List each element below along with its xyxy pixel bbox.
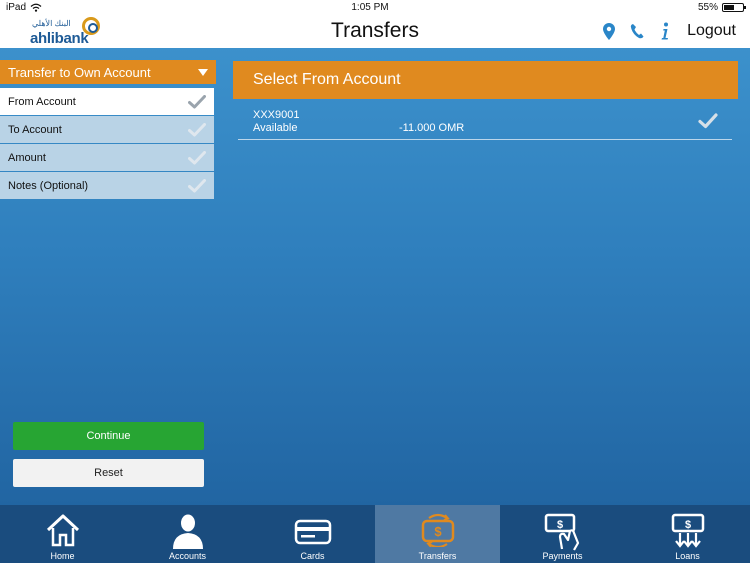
step-to-account[interactable]: To Account: [0, 116, 214, 143]
info-icon[interactable]: [657, 21, 673, 41]
tab-payments[interactable]: $ Payments: [500, 505, 625, 563]
logo-arabic-text: البنك الأهلي: [32, 19, 71, 28]
tab-label: Cards: [300, 551, 325, 561]
tab-label: Loans: [675, 551, 700, 561]
tab-transfers[interactable]: $ Transfers: [375, 505, 500, 563]
transfer-steps-list: From Account To Account Amount Notes (Op…: [0, 88, 214, 200]
step-label: From Account: [8, 95, 76, 108]
continue-button[interactable]: Continue: [13, 422, 204, 450]
battery-percent: 55%: [697, 1, 718, 13]
step-from-account[interactable]: From Account: [0, 88, 214, 115]
tab-label: Payments: [542, 551, 583, 561]
reset-button[interactable]: Reset: [13, 459, 204, 487]
checkmark-icon: [188, 150, 206, 164]
wifi-icon: [30, 3, 42, 12]
checkmark-icon: [188, 178, 206, 192]
status-time: 1:05 PM: [351, 1, 389, 13]
account-row[interactable]: XXX9001 Available -11.000 OMR: [238, 104, 732, 140]
available-amount: -11.000 OMR: [399, 122, 465, 134]
tab-label: Accounts: [168, 551, 207, 561]
tab-home[interactable]: Home: [0, 505, 125, 563]
tab-cards[interactable]: Cards: [250, 505, 375, 563]
step-notes[interactable]: Notes (Optional): [0, 172, 214, 199]
transfer-icon: $: [421, 513, 454, 547]
checkmark-icon: [188, 94, 206, 108]
step-amount[interactable]: Amount: [0, 144, 214, 171]
tab-label: Home: [50, 551, 75, 561]
home-icon: [46, 514, 79, 547]
caret-down-icon: [198, 68, 208, 76]
loan-icon: $: [671, 513, 704, 548]
step-label: Amount: [8, 151, 46, 164]
checkmark-icon: [698, 113, 718, 129]
device-label: iPad: [6, 1, 27, 13]
svg-text:$: $: [684, 519, 690, 531]
ahlibank-logo: البنك الأهلي ahlibank: [30, 16, 104, 47]
bottom-tab-bar: Home Accounts Cards $ Transfers $ Paymen…: [0, 505, 750, 563]
step-label: To Account: [8, 123, 62, 136]
status-bar: iPad 1:05 PM 55%: [0, 0, 750, 14]
available-label: Available: [253, 122, 298, 134]
page-title: Transfers: [331, 19, 419, 42]
svg-text:$: $: [556, 519, 562, 531]
phone-icon[interactable]: [629, 21, 645, 41]
tab-loans[interactable]: $ Loans: [625, 505, 750, 563]
step-label: Notes (Optional): [8, 179, 89, 192]
payment-icon: $: [544, 513, 579, 551]
transfer-type-dropdown[interactable]: Transfer to Own Account: [0, 60, 216, 84]
transfer-type-value: Transfer to Own Account: [8, 64, 151, 80]
card-icon: [294, 519, 331, 545]
tab-accounts[interactable]: Accounts: [125, 505, 250, 563]
tab-label: Transfers: [418, 551, 457, 561]
app-header: البنك الأهلي ahlibank Transfers Logout: [0, 14, 750, 48]
location-pin-icon[interactable]: [601, 21, 617, 41]
logout-button[interactable]: Logout: [687, 22, 736, 40]
user-icon: [172, 514, 203, 549]
select-from-account-heading: Select From Account: [233, 61, 738, 99]
logo-name: ahlibank: [30, 30, 89, 47]
account-number: XXX9001: [253, 109, 300, 121]
svg-text:$: $: [434, 524, 442, 539]
checkmark-icon: [188, 122, 206, 136]
battery-icon: [722, 2, 746, 12]
